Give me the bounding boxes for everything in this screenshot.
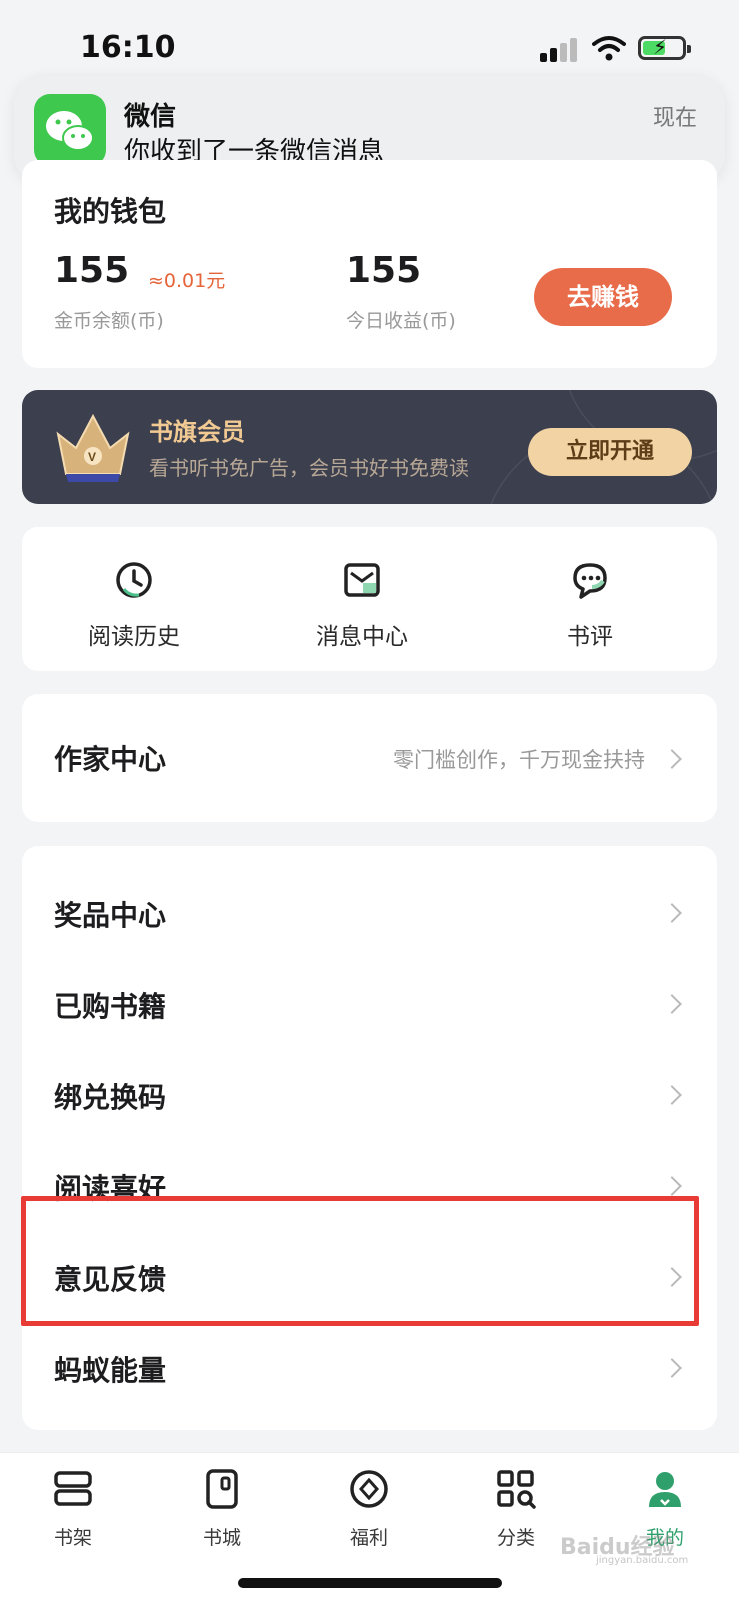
coin-balance-label: 金币余额(币): [54, 310, 164, 332]
welfare-icon: [350, 1470, 388, 1508]
tab-label: 分类: [496, 1527, 535, 1549]
chat-bubble-icon: [573, 563, 607, 599]
signal-icon: [540, 36, 578, 62]
tab-bookstore[interactable]: 书城: [162, 1467, 282, 1550]
profile-icon: [649, 1472, 681, 1507]
wallet-card: 我的钱包 155 ≈0.01元 金币余额(币) 155 今日收益(币) 去赚钱: [22, 160, 717, 368]
chevron-right-icon: [662, 1358, 682, 1378]
clock-icon: [116, 562, 152, 598]
menu-item-reading-preference[interactable]: 阅读喜好: [22, 1141, 717, 1232]
shortcut-book-review[interactable]: 书评: [500, 559, 680, 651]
wechat-icon: [34, 94, 106, 166]
menu-item-label: 绑兑换码: [54, 1081, 167, 1114]
writer-center-label: 作家中心: [54, 743, 167, 776]
menu-item-feedback[interactable]: 意见反馈: [22, 1232, 717, 1323]
menu-item-ant-energy[interactable]: 蚂蚁能量: [22, 1323, 717, 1414]
status-time: 16:10: [80, 30, 176, 65]
wifi-icon: [592, 36, 626, 61]
chevron-right-icon: [662, 1085, 682, 1105]
category-icon: [497, 1470, 536, 1509]
shortcut-label: 书评: [567, 624, 613, 650]
chevron-right-icon: [662, 749, 682, 769]
earn-money-button[interactable]: 去赚钱: [534, 268, 672, 326]
today-income[interactable]: 155: [346, 250, 421, 291]
chevron-right-icon: [662, 994, 682, 1014]
home-indicator[interactable]: [238, 1578, 502, 1588]
menu-item-label: 阅读喜好: [54, 1172, 167, 1205]
shortcut-reading-history[interactable]: 阅读历史: [44, 559, 224, 651]
open-vip-button[interactable]: 立即开通: [528, 428, 692, 476]
battery-icon: ⚡: [638, 35, 691, 60]
inbox-icon: [344, 563, 380, 597]
notification-app-name: 微信: [124, 102, 177, 132]
menu-item-label: 蚂蚁能量: [54, 1354, 167, 1387]
today-income-label: 今日收益(币): [346, 310, 456, 332]
crown-icon: V: [56, 413, 130, 482]
shortcut-message-center[interactable]: 消息中心: [272, 559, 452, 651]
menu-item-label: 已购书籍: [54, 990, 167, 1023]
notification-time: 现在: [652, 106, 697, 131]
chevron-right-icon: [662, 903, 682, 923]
menu-item-label: 意见反馈: [54, 1263, 167, 1296]
shortcuts-card: 阅读历史 消息中心 书评: [22, 527, 717, 671]
coin-balance[interactable]: 155: [54, 250, 129, 291]
vip-banner[interactable]: V 书旗会员 看书听书免广告，会员书好书免费读 立即开通: [22, 390, 717, 504]
baidu-watermark-url: jingyan.baidu.com: [596, 1555, 689, 1566]
chevron-right-icon: [662, 1267, 682, 1287]
vip-subtitle: 看书听书免广告，会员书好书免费读: [149, 456, 469, 480]
menu-list: 奖品中心 已购书籍 绑兑换码 阅读喜好 意见反馈 蚂蚁能量: [22, 846, 717, 1430]
menu-item-prize-center[interactable]: 奖品中心: [22, 868, 717, 959]
menu-item-redeem-code[interactable]: 绑兑换码: [22, 1050, 717, 1141]
writer-center-row[interactable]: 作家中心 零门槛创作，千万现金扶持: [22, 694, 717, 822]
tab-category[interactable]: 分类: [456, 1467, 576, 1550]
writer-center-description: 零门槛创作，千万现金扶持: [393, 748, 645, 772]
tab-bookshelf[interactable]: 书架: [13, 1467, 133, 1550]
bookshelf-icon: [54, 1471, 92, 1506]
tab-label: 书架: [53, 1527, 92, 1549]
bookstore-icon: [206, 1469, 238, 1509]
shortcut-label: 消息中心: [316, 624, 408, 650]
tab-label: 福利: [349, 1527, 388, 1549]
tab-label: 书城: [202, 1527, 241, 1549]
svg-text:V: V: [88, 450, 96, 464]
coin-value: ≈0.01元: [148, 270, 226, 292]
chevron-right-icon: [662, 1176, 682, 1196]
shortcut-label: 阅读历史: [88, 624, 180, 650]
menu-item-label: 奖品中心: [54, 899, 167, 932]
vip-title: 书旗会员: [149, 418, 245, 446]
tab-welfare[interactable]: 福利: [309, 1467, 429, 1550]
menu-item-purchased-books[interactable]: 已购书籍: [22, 959, 717, 1050]
wallet-title: 我的钱包: [54, 195, 167, 228]
